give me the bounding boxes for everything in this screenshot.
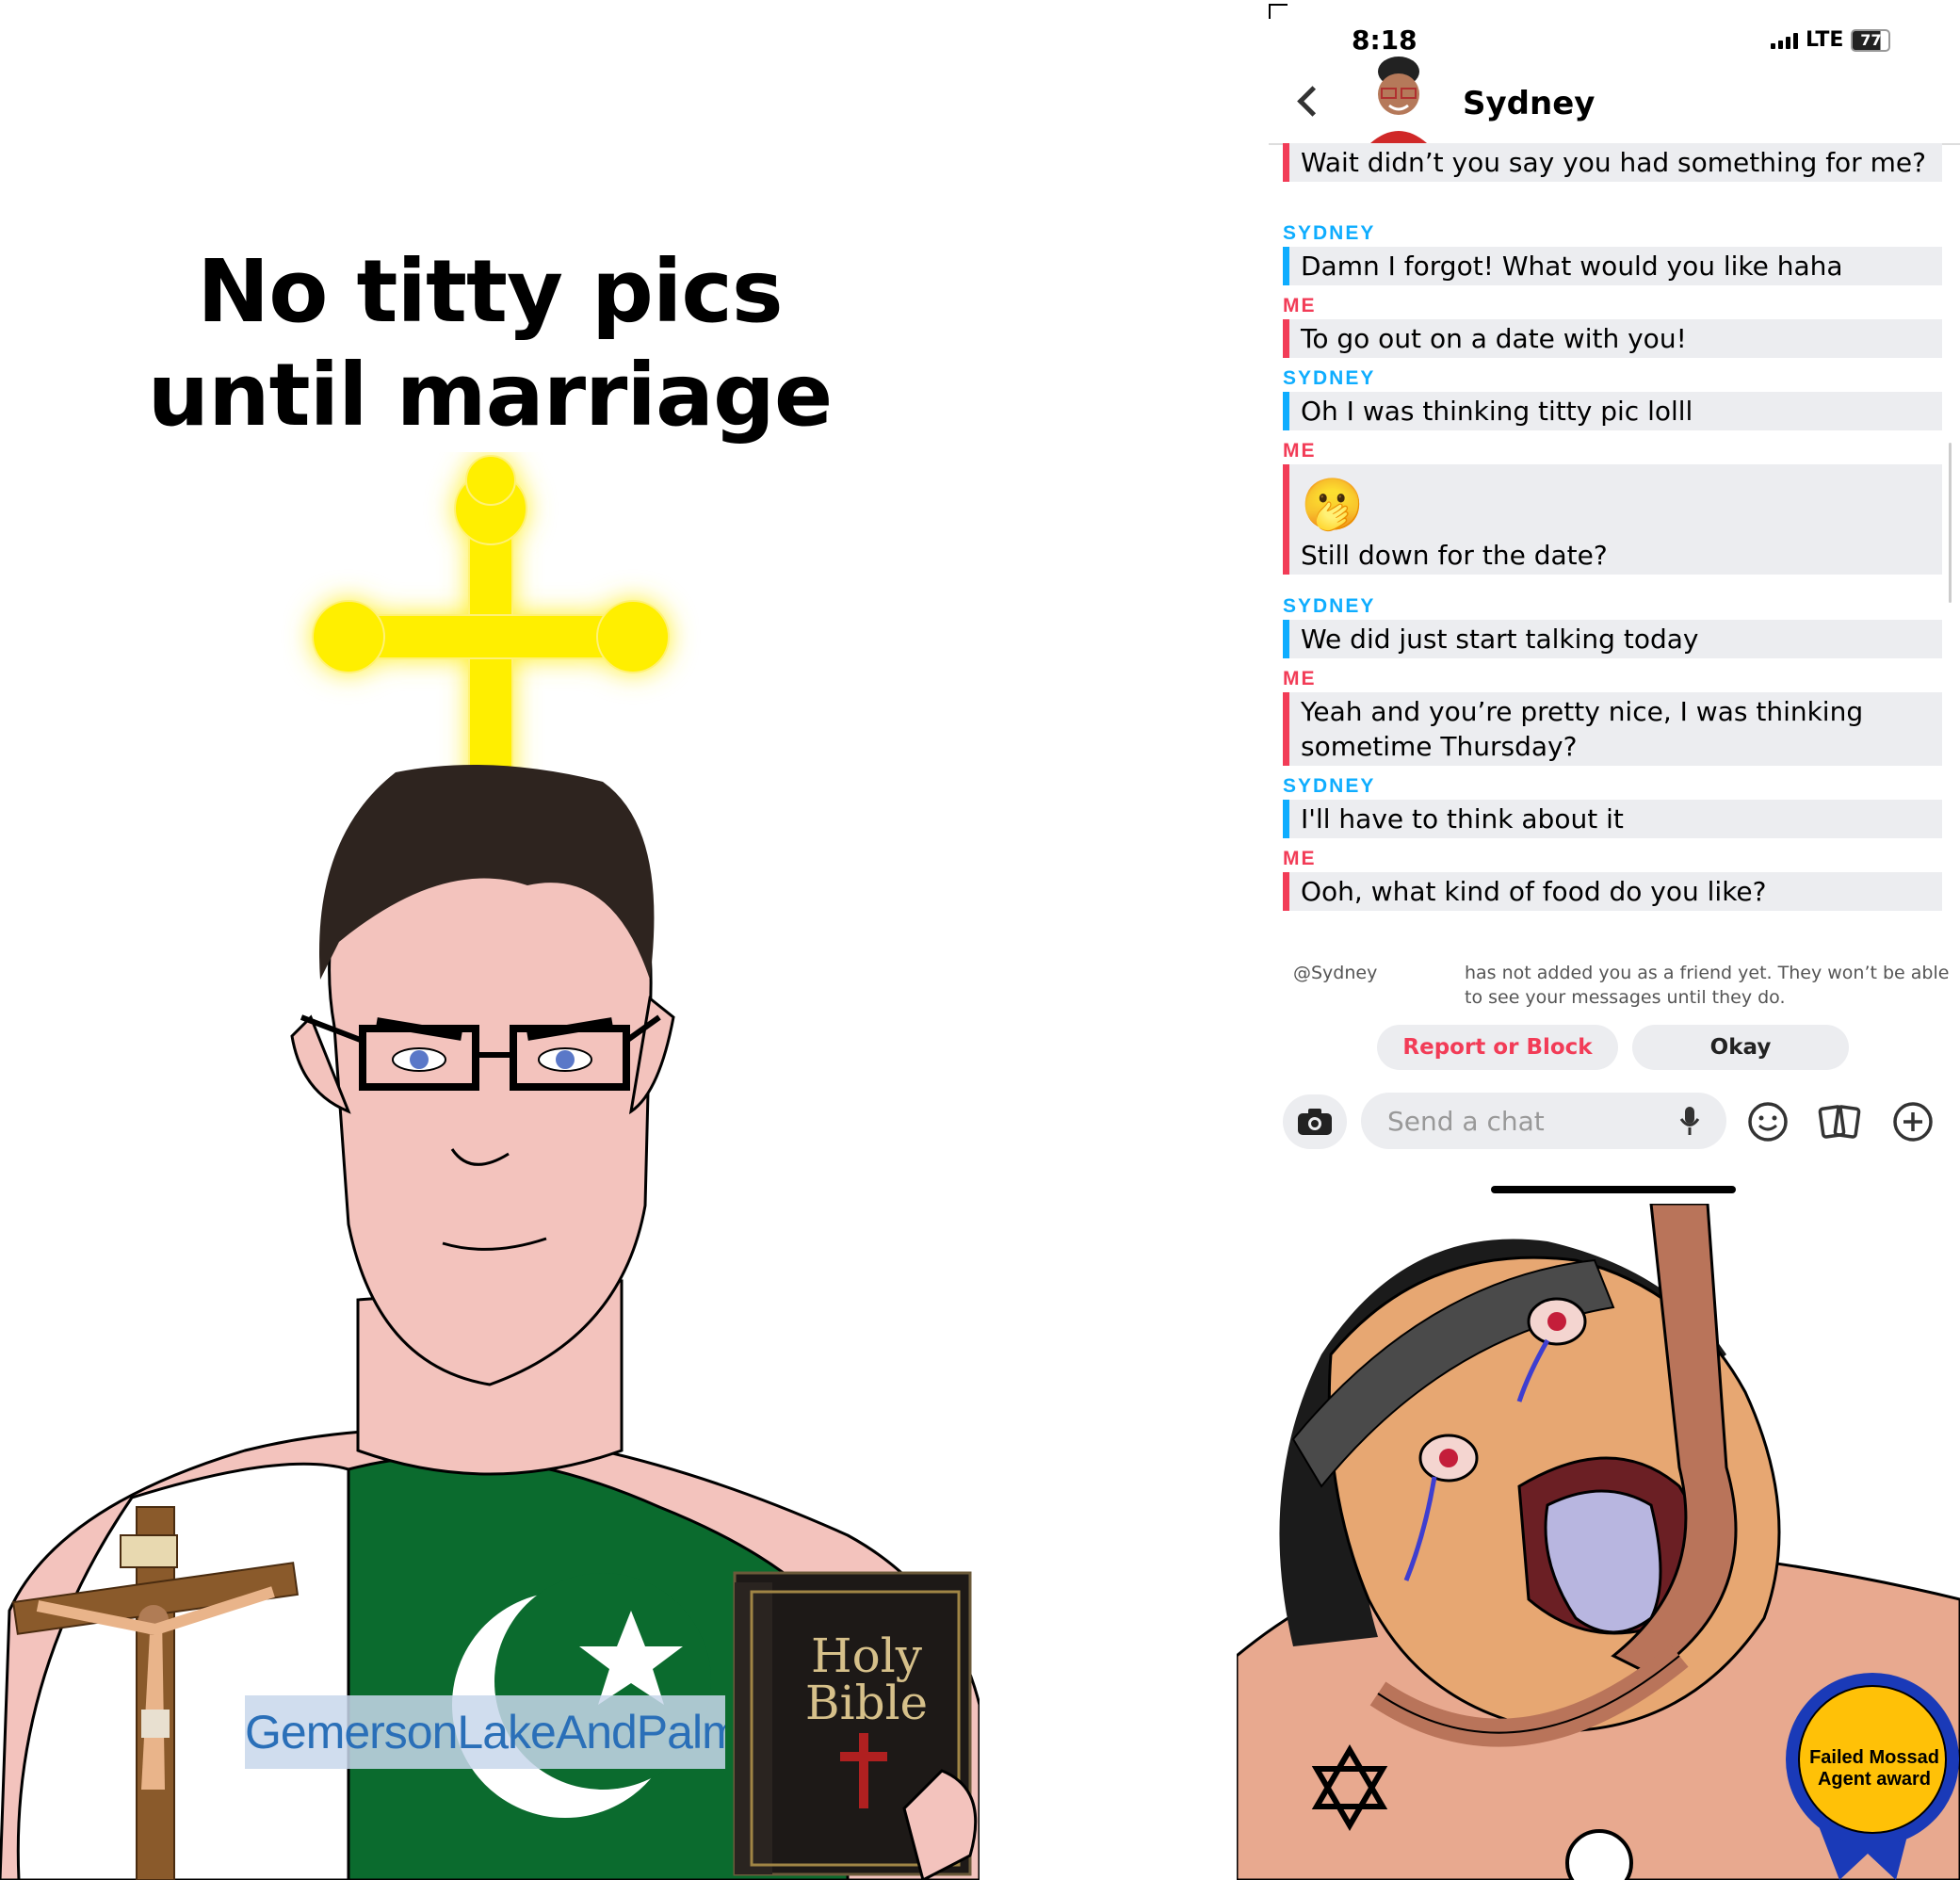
okay-button[interactable]: Okay [1632, 1025, 1849, 1070]
caption-line-1: No titty pics [197, 241, 783, 342]
home-indicator [1491, 1186, 1736, 1193]
svg-text:Bible: Bible [805, 1676, 928, 1730]
scrollbar[interactable] [1949, 443, 1952, 603]
chat-message: SYDNEY I'll have to think about it [1283, 773, 1942, 838]
status-indicators: LTE 77 [1771, 28, 1891, 52]
message-sender: ME [1283, 440, 1317, 462]
message-sender: ME [1283, 295, 1317, 316]
battery-icon: 77 [1851, 28, 1891, 52]
username-watermark: GemersonLakeAndPalmer: [245, 1695, 725, 1769]
cards-icon[interactable] [1818, 1100, 1861, 1143]
chat-input[interactable]: Send a chat [1361, 1093, 1726, 1149]
camera-icon [1298, 1109, 1332, 1135]
message-bubble: Yeah and you’re pretty nice, I was think… [1283, 692, 1942, 766]
smiley-icon[interactable] [1746, 1100, 1790, 1143]
chat-message: SYDNEY Oh I was thinking titty pic lolll [1283, 365, 1942, 430]
message-bubble: Ooh, what kind of food do you like? [1283, 872, 1942, 911]
plus-icon[interactable] [1891, 1100, 1935, 1143]
crop-mark [1269, 4, 1271, 19]
message-sender: ME [1283, 848, 1317, 869]
message-bubble: Damn I forgot! What would you like haha [1283, 247, 1942, 285]
crop-mark [1269, 4, 1288, 6]
notice-handle: @Sydney [1293, 963, 1378, 983]
message-sender: SYDNEY [1283, 222, 1376, 244]
chat-message: ME Ooh, what kind of food do you like? [1283, 846, 1942, 911]
message-sender: ME [1283, 668, 1317, 689]
chat-message: ME Yeah and you’re pretty nice, I was th… [1283, 666, 1942, 766]
message-bubble: Wait didn’t you say you had something fo… [1283, 143, 1942, 182]
award-label: Failed Mossad Agent award [1809, 1747, 1939, 1790]
message-sender: SYDNEY [1283, 595, 1376, 617]
message-text: Still down for the date? [1301, 540, 1608, 571]
caption-line-2: until marriage [147, 345, 834, 446]
chat-message: SYDNEY We did just start talking today [1283, 593, 1942, 658]
message-bubble: I'll have to think about it [1283, 800, 1942, 838]
contact-avatar[interactable] [1361, 53, 1436, 143]
network-label: LTE [1806, 28, 1844, 52]
hand-over-mouth-emoji-icon: 🫢 [1301, 475, 1365, 534]
chat-message: Wait didn’t you say you had something fo… [1283, 143, 1942, 182]
signal-icon [1771, 32, 1798, 49]
camera-button[interactable] [1283, 1094, 1347, 1149]
message-bubble: To go out on a date with you! [1283, 319, 1942, 358]
contact-name[interactable]: Sydney [1463, 85, 1595, 122]
chat-message: ME 🫢 Still down for the date? [1283, 438, 1942, 575]
notice-text: has not added you as a friend yet. They … [1465, 963, 1950, 1008]
message-sender: SYDNEY [1283, 775, 1376, 797]
report-block-button[interactable]: Report or Block [1377, 1025, 1618, 1070]
message-bubble: Oh I was thinking titty pic lolll [1283, 392, 1942, 430]
chat-input-placeholder: Send a chat [1387, 1105, 1545, 1137]
message-bubble: 🫢 Still down for the date? [1283, 464, 1942, 575]
microphone-icon[interactable] [1679, 1105, 1700, 1137]
chad-christian-illustration: Holy Bible [0, 455, 980, 1880]
chat-message: SYDNEY Damn I forgot! What would you lik… [1283, 220, 1942, 285]
meme-caption: No titty pics until marriage [57, 240, 923, 447]
message-bubble: We did just start talking today [1283, 620, 1942, 658]
battery-level: 77 [1860, 30, 1882, 49]
status-time: 8:18 [1352, 24, 1417, 56]
message-sender: SYDNEY [1283, 367, 1376, 389]
chat-message: ME To go out on a date with you! [1283, 293, 1942, 358]
